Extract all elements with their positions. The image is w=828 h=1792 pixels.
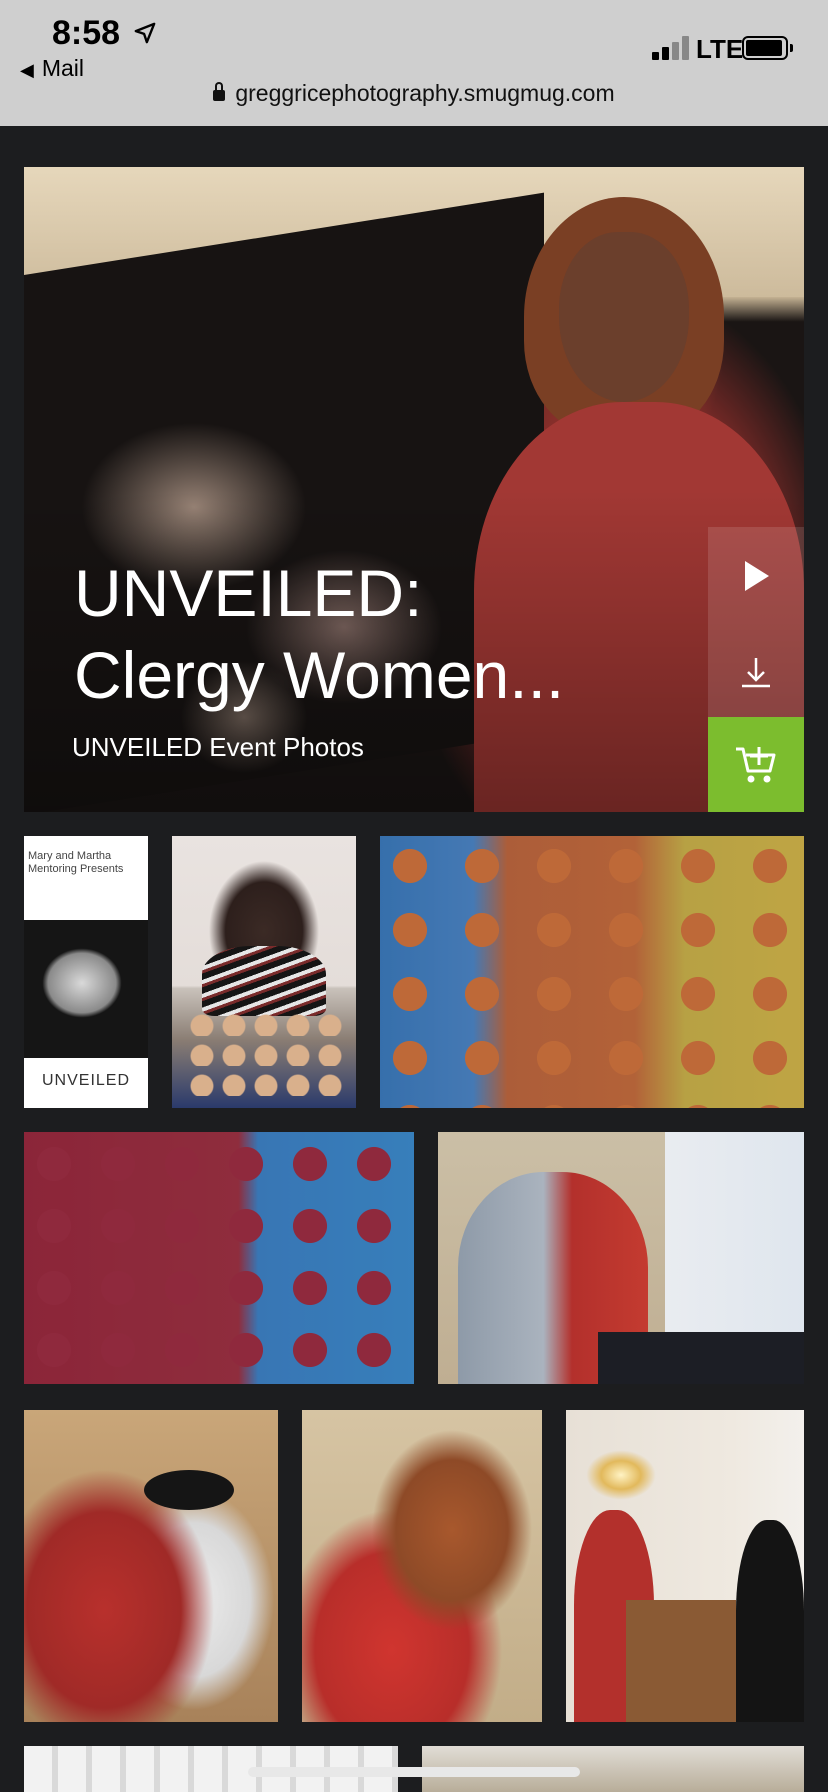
photo-thumbnail-podium[interactable] bbox=[566, 1410, 804, 1722]
download-button[interactable] bbox=[708, 622, 804, 717]
photo-thumbnail-candy-apples-orange[interactable] bbox=[380, 836, 804, 1108]
photo-thumbnail-vendor[interactable] bbox=[172, 836, 356, 1108]
slideshow-button[interactable] bbox=[708, 527, 804, 622]
home-indicator[interactable] bbox=[248, 1767, 580, 1777]
thumbnail-caption: Mary and Martha Mentoring Presents bbox=[28, 850, 124, 875]
clock: 8:58 bbox=[52, 14, 121, 52]
photo-thumbnail-program[interactable]: Mary and Martha Mentoring Presents UNVEI… bbox=[24, 836, 148, 1108]
photo-thumbnail-hug-2[interactable] bbox=[24, 1410, 278, 1722]
cart-icon bbox=[736, 747, 776, 783]
download-icon bbox=[742, 658, 770, 688]
gallery-title: UNVEILED: Clergy Women... bbox=[74, 556, 565, 712]
thumbnail-word: UNVEILED bbox=[41, 1072, 131, 1089]
back-triangle-icon: ◀ bbox=[20, 60, 34, 80]
address-bar[interactable]: greggricephotography.smugmug.com bbox=[0, 80, 828, 107]
thumbnail-mask-panel bbox=[24, 920, 148, 1058]
hero-cover-photo[interactable]: UNVEILED: Clergy Women... UNVEILED Event… bbox=[24, 167, 804, 812]
battery-icon bbox=[742, 36, 793, 60]
gallery-subtitle: UNVEILED Event Photos bbox=[72, 732, 364, 762]
photo-thumbnail-candy-apples-red[interactable] bbox=[24, 1132, 414, 1384]
buy-button[interactable] bbox=[708, 717, 804, 812]
back-to-mail-link[interactable]: ◀ Mail bbox=[20, 55, 84, 82]
play-icon bbox=[745, 561, 769, 591]
lock-icon bbox=[213, 82, 226, 101]
signal-strength-icon bbox=[652, 36, 690, 60]
browser-status-bar: 8:58 ◀ Mail LTE greggricephotography.smug… bbox=[0, 0, 828, 126]
back-app-label: Mail bbox=[41, 55, 85, 81]
hero-action-column bbox=[708, 527, 804, 812]
photo-thumbnail-hug-3[interactable] bbox=[302, 1410, 542, 1722]
url-text: greggricephotography.smugmug.com bbox=[235, 80, 615, 106]
network-type: LTE bbox=[696, 34, 744, 64]
photo-thumbnail-hug-1[interactable] bbox=[438, 1132, 804, 1384]
location-arrow-icon bbox=[134, 22, 156, 44]
